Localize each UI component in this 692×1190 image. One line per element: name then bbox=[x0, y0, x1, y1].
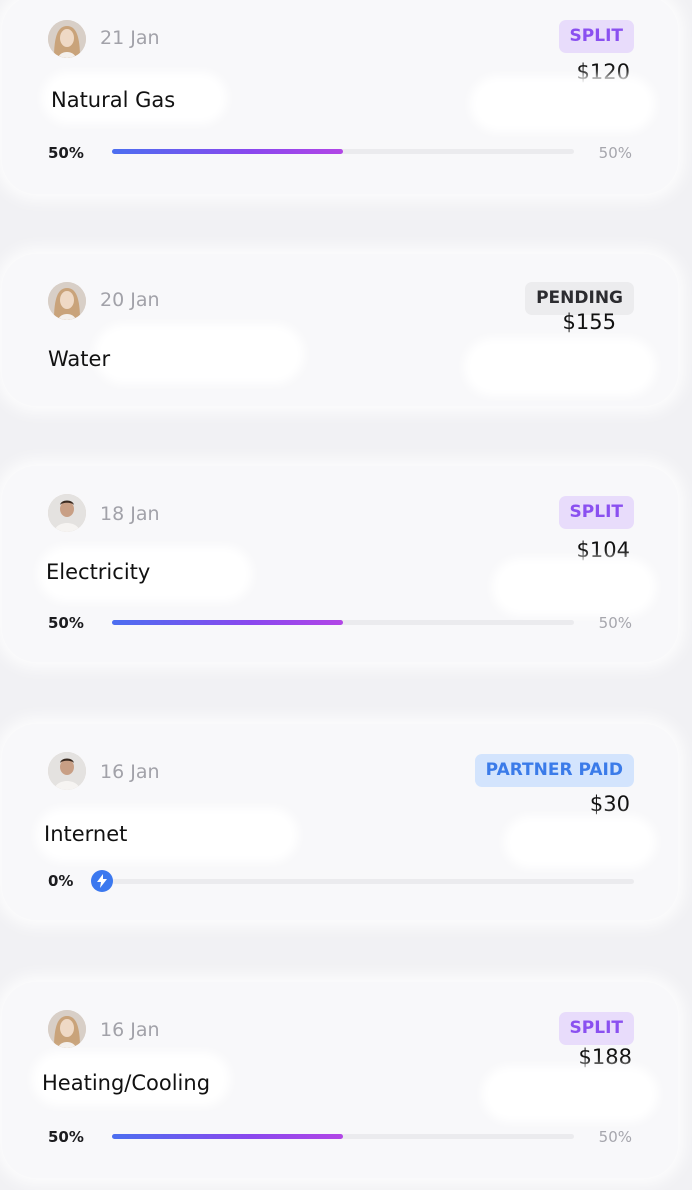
transaction-date: 16 Jan bbox=[100, 761, 160, 783]
transaction-date: 16 Jan bbox=[100, 1019, 160, 1041]
split-progress-bar bbox=[112, 1134, 574, 1139]
transaction-title: Electricity bbox=[46, 560, 151, 584]
redacted-area bbox=[464, 338, 656, 396]
user-avatar bbox=[48, 1010, 86, 1048]
transaction-card[interactable]: 21 Jan SPLIT $120 Natural Gas 50% 50% bbox=[2, 0, 678, 194]
user-avatar bbox=[48, 494, 86, 532]
split-percent-left: 50% bbox=[48, 1128, 84, 1146]
lightning-icon[interactable] bbox=[91, 870, 113, 892]
status-badge: SPLIT bbox=[558, 496, 634, 529]
redacted-area bbox=[470, 76, 655, 132]
transaction-card[interactable]: 16 Jan PARTNER PAID $30 Internet 0% bbox=[2, 724, 678, 920]
user-avatar bbox=[48, 752, 86, 790]
split-percent-right: 50% bbox=[598, 1128, 632, 1146]
transaction-title: Heating/Cooling bbox=[42, 1071, 211, 1095]
transaction-title: Water bbox=[48, 347, 111, 371]
split-progress-bar bbox=[112, 879, 634, 884]
transaction-amount: $155 bbox=[562, 310, 616, 334]
user-avatar bbox=[48, 20, 86, 58]
transaction-date: 20 Jan bbox=[100, 289, 160, 311]
redacted-area bbox=[492, 558, 656, 616]
split-percent-right: 50% bbox=[598, 144, 632, 162]
status-badge: SPLIT bbox=[558, 20, 634, 53]
split-percent-left: 0% bbox=[48, 872, 74, 890]
transaction-amount: $30 bbox=[589, 792, 630, 816]
status-badge: PARTNER PAID bbox=[474, 754, 634, 787]
transaction-date: 18 Jan bbox=[100, 503, 160, 525]
transaction-card[interactable]: 20 Jan PENDING $155 Water bbox=[2, 254, 678, 406]
split-progress-fill bbox=[112, 620, 343, 625]
transaction-card[interactable]: 18 Jan SPLIT $104 Electricity 50% 50% bbox=[2, 466, 678, 662]
split-percent-left: 50% bbox=[48, 614, 84, 632]
status-badge: SPLIT bbox=[558, 1012, 634, 1045]
split-progress-bar bbox=[112, 620, 574, 625]
user-avatar bbox=[48, 282, 86, 320]
redacted-area bbox=[94, 324, 304, 384]
split-progress-bar bbox=[112, 149, 574, 154]
transaction-title: Natural Gas bbox=[51, 88, 176, 112]
transaction-date: 21 Jan bbox=[100, 27, 160, 49]
transaction-list: 21 Jan SPLIT $120 Natural Gas 50% 50% 20… bbox=[0, 0, 692, 1190]
transaction-title: Internet bbox=[44, 822, 128, 846]
split-progress-fill bbox=[112, 1134, 343, 1139]
split-percent-left: 50% bbox=[48, 144, 84, 162]
split-progress-fill bbox=[112, 149, 343, 154]
redacted-area bbox=[504, 816, 656, 868]
split-percent-right: 50% bbox=[598, 614, 632, 632]
redacted-area bbox=[482, 1066, 658, 1122]
transaction-card[interactable]: 16 Jan SPLIT $188 Heating/Cooling 50% 50… bbox=[2, 982, 678, 1178]
